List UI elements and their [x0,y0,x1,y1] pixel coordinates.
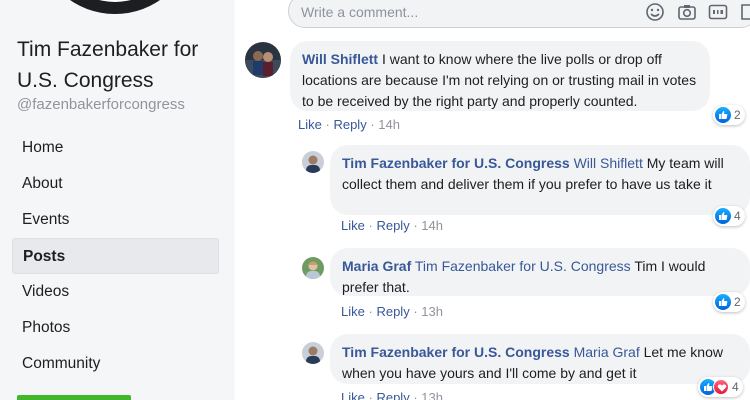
reaction-summary[interactable]: 4 [698,377,743,397]
like-reaction-icon [715,208,731,224]
comment-author[interactable]: Maria Graf [342,258,411,274]
comment-bubble: Maria Graf Tim Fazenbaker for U.S. Congr… [330,248,750,296]
comment-actions: Like · Reply · 13h [341,304,443,319]
nav-item-events[interactable]: Events [12,202,219,238]
separator: · [413,390,418,400]
separator: · [413,304,418,319]
commenter-avatar[interactable] [302,257,324,279]
separator: · [368,218,373,233]
comment-actions: Like · Reply · 13h [341,390,443,400]
emoji-icon[interactable] [645,2,665,22]
page-nav: Home About Events Posts Videos Photos Co… [12,130,219,382]
gif-icon[interactable] [708,2,728,22]
separator: · [413,218,418,233]
nav-item-about[interactable]: About [12,166,219,202]
commenter-avatar[interactable] [302,342,324,364]
comment-author[interactable]: Tim Fazenbaker for U.S. Congress [342,344,570,360]
separator: · [325,117,330,132]
nav-item-photos[interactable]: Photos [12,310,219,346]
comment-timestamp[interactable]: 13h [421,304,443,319]
separator: · [370,117,375,132]
separator: · [368,390,373,400]
comment-bubble: Will Shiflett I want to know where the l… [290,41,710,111]
nav-item-home[interactable]: Home [12,130,219,166]
divider-shadow [232,0,236,400]
comment-author[interactable]: Tim Fazenbaker for U.S. Congress [342,155,570,171]
reply-link[interactable]: Reply [376,390,409,400]
reaction-count: 4 [732,380,739,394]
reaction-summary[interactable]: 4 [713,206,745,226]
comment-mention[interactable]: Tim Fazenbaker for U.S. Congress [415,258,631,274]
commenter-avatar[interactable] [245,42,281,78]
camera-icon[interactable] [677,2,697,22]
comment-mention[interactable]: Will Shiflett [574,155,643,171]
comment-bubble: Tim Fazenbaker for U.S. Congress Maria G… [330,334,750,384]
nav-item-videos[interactable]: Videos [12,274,219,310]
separator: · [368,304,373,319]
like-link[interactable]: Like [298,117,322,132]
comment-timestamp[interactable]: 14h [421,218,443,233]
reaction-count: 4 [734,209,741,223]
reply-link[interactable]: Reply [376,304,409,319]
comment-actions: Like · Reply · 14h [298,117,400,132]
comment-timestamp[interactable]: 13h [421,390,443,400]
page-action-button[interactable] [17,395,131,400]
comment-mention[interactable]: Maria Graf [574,344,640,360]
commenter-avatar[interactable] [302,151,324,173]
like-link[interactable]: Like [341,304,365,319]
page-profile-picture[interactable] [42,0,188,14]
like-link[interactable]: Like [341,218,365,233]
nav-item-posts[interactable]: Posts [12,238,219,274]
reaction-summary[interactable]: 2 [713,105,745,125]
comment-composer[interactable] [288,0,750,28]
reply-link[interactable]: Reply [376,218,409,233]
page-username[interactable]: @fazenbakerforcongress [17,96,185,113]
comment-bubble: Tim Fazenbaker for U.S. Congress Will Sh… [330,145,750,215]
page-title[interactable]: Tim Fazenbaker for U.S. Congress [17,34,227,96]
comment-author[interactable]: Will Shiflett [302,51,378,67]
love-reaction-icon [713,379,729,395]
comment-timestamp[interactable]: 14h [378,117,400,132]
page-sidebar: Tim Fazenbaker for U.S. Congress @fazenb… [0,0,232,400]
like-reaction-icon [715,294,731,310]
like-link[interactable]: Like [341,390,365,400]
reply-link[interactable]: Reply [333,117,366,132]
comments-panel: Will Shiflett I want to know where the l… [232,0,750,400]
comment-input[interactable] [301,4,561,20]
reaction-count: 2 [734,108,741,122]
nav-item-community[interactable]: Community [12,346,219,382]
comment-actions: Like · Reply · 14h [341,218,443,233]
sticker-icon[interactable] [739,2,750,22]
like-reaction-icon [715,107,731,123]
reaction-summary[interactable]: 2 [713,292,745,312]
reaction-count: 2 [734,295,741,309]
